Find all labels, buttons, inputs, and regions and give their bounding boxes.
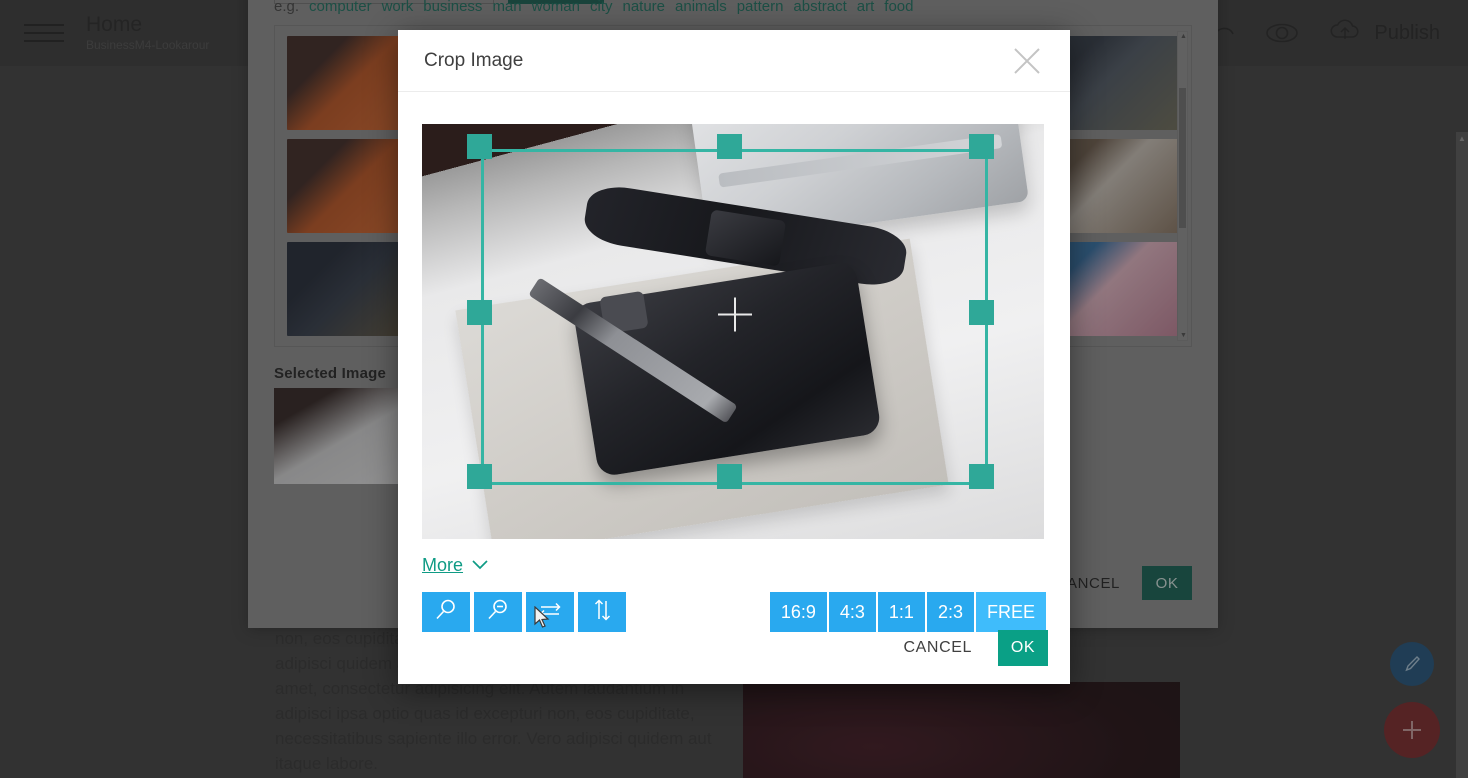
chevron-down-icon — [471, 555, 489, 576]
crop-image-dialog: Crop Image More 16:9 4:3 1:1 2:3 FREE CA… — [398, 30, 1070, 684]
crop-handle-bottom-center[interactable] — [717, 464, 743, 490]
crop-dialog-actions: CANCEL OK — [903, 630, 1048, 666]
aspect-ratio-16-9-button[interactable]: 16:9 — [769, 592, 827, 632]
more-row: More — [422, 555, 1070, 576]
more-label: More — [422, 555, 464, 575]
crop-handle-top-center[interactable] — [717, 134, 743, 160]
zoom-in-button[interactable] — [422, 592, 470, 632]
crop-handle-middle-left[interactable] — [467, 300, 493, 326]
crop-handle-top-left[interactable] — [467, 134, 493, 160]
aspect-ratio-group: 16:9 4:3 1:1 2:3 FREE — [768, 592, 1046, 632]
crop-dialog-title: Crop Image — [424, 49, 524, 71]
crop-handle-bottom-left[interactable] — [467, 464, 493, 490]
crop-toolbar: 16:9 4:3 1:1 2:3 FREE — [422, 592, 1046, 632]
crop-handle-bottom-right[interactable] — [969, 464, 995, 490]
app-root: Home BusinessM4-Lookarour Publish non, e… — [0, 0, 1468, 778]
more-toggle[interactable]: More — [422, 555, 489, 576]
crop-ok-button[interactable]: OK — [998, 630, 1048, 666]
crop-dialog-header: Crop Image — [398, 30, 1070, 92]
aspect-ratio-4-3-button[interactable]: 4:3 — [828, 592, 876, 632]
crop-handle-middle-right[interactable] — [969, 300, 995, 326]
crop-selection-rectangle[interactable] — [481, 148, 988, 486]
aspect-ratio-free-button[interactable]: FREE — [975, 592, 1046, 632]
crop-cancel-button[interactable]: CANCEL — [903, 639, 972, 657]
aspect-ratio-1-1-button[interactable]: 1:1 — [877, 592, 925, 632]
zoom-out-button[interactable] — [474, 592, 522, 632]
aspect-ratio-2-3-button[interactable]: 2:3 — [926, 592, 974, 632]
magnifier-minus-icon — [485, 597, 511, 628]
magnifier-plus-icon — [433, 597, 459, 628]
flip-vertical-button[interactable] — [578, 592, 626, 632]
crosshair-icon — [714, 293, 756, 340]
crop-handle-top-right[interactable] — [969, 134, 995, 160]
mouse-cursor — [534, 605, 550, 635]
close-icon[interactable] — [1010, 44, 1044, 78]
crop-stage[interactable] — [422, 124, 1044, 539]
flip-vertical-icon — [589, 597, 615, 628]
